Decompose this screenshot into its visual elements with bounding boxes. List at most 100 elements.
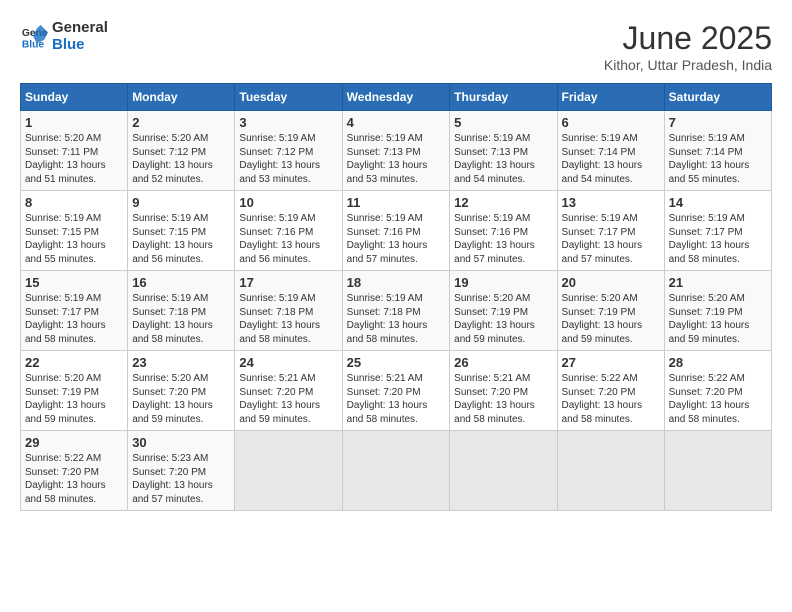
calendar-week-row: 1 Sunrise: 5:20 AM Sunset: 7:11 PM Daylig… xyxy=(21,111,772,191)
table-row: 22 Sunrise: 5:20 AM Sunset: 7:19 PM Dayli… xyxy=(21,351,128,431)
col-tuesday: Tuesday xyxy=(235,84,342,111)
logo-blue: Blue xyxy=(52,36,85,53)
day-number: 1 xyxy=(25,115,123,130)
day-number: 18 xyxy=(347,275,446,290)
table-row: 23 Sunrise: 5:20 AM Sunset: 7:20 PM Dayli… xyxy=(128,351,235,431)
day-info: Sunrise: 5:19 AM Sunset: 7:15 PM Dayligh… xyxy=(25,212,123,266)
day-info: Sunrise: 5:19 AM Sunset: 7:15 PM Dayligh… xyxy=(132,212,230,266)
day-number: 25 xyxy=(347,355,446,370)
day-info: Sunrise: 5:19 AM Sunset: 7:18 PM Dayligh… xyxy=(347,292,446,346)
table-row xyxy=(557,431,664,511)
table-row: 9 Sunrise: 5:19 AM Sunset: 7:15 PM Daylig… xyxy=(128,191,235,271)
day-info: Sunrise: 5:21 AM Sunset: 7:20 PM Dayligh… xyxy=(239,372,337,426)
day-info: Sunrise: 5:21 AM Sunset: 7:20 PM Dayligh… xyxy=(454,372,552,426)
table-row: 28 Sunrise: 5:22 AM Sunset: 7:20 PM Dayli… xyxy=(664,351,771,431)
day-number: 29 xyxy=(25,435,123,450)
col-monday: Monday xyxy=(128,84,235,111)
day-info: Sunrise: 5:19 AM Sunset: 7:17 PM Dayligh… xyxy=(562,212,660,266)
day-info: Sunrise: 5:22 AM Sunset: 7:20 PM Dayligh… xyxy=(669,372,767,426)
day-info: Sunrise: 5:19 AM Sunset: 7:16 PM Dayligh… xyxy=(239,212,337,266)
day-number: 22 xyxy=(25,355,123,370)
day-info: Sunrise: 5:19 AM Sunset: 7:17 PM Dayligh… xyxy=(25,292,123,346)
table-row: 16 Sunrise: 5:19 AM Sunset: 7:18 PM Dayli… xyxy=(128,271,235,351)
day-number: 5 xyxy=(454,115,552,130)
table-row: 5 Sunrise: 5:19 AM Sunset: 7:13 PM Daylig… xyxy=(450,111,557,191)
day-number: 15 xyxy=(25,275,123,290)
day-info: Sunrise: 5:20 AM Sunset: 7:19 PM Dayligh… xyxy=(669,292,767,346)
day-number: 8 xyxy=(25,195,123,210)
table-row: 25 Sunrise: 5:21 AM Sunset: 7:20 PM Dayli… xyxy=(342,351,450,431)
table-row: 18 Sunrise: 5:19 AM Sunset: 7:18 PM Dayli… xyxy=(342,271,450,351)
day-number: 2 xyxy=(132,115,230,130)
day-number: 20 xyxy=(562,275,660,290)
day-number: 21 xyxy=(669,275,767,290)
day-info: Sunrise: 5:19 AM Sunset: 7:14 PM Dayligh… xyxy=(562,132,660,186)
table-row: 29 Sunrise: 5:22 AM Sunset: 7:20 PM Dayli… xyxy=(21,431,128,511)
day-number: 9 xyxy=(132,195,230,210)
day-info: Sunrise: 5:21 AM Sunset: 7:20 PM Dayligh… xyxy=(347,372,446,426)
logo: General Blue General Blue xyxy=(20,20,108,53)
table-row: 19 Sunrise: 5:20 AM Sunset: 7:19 PM Dayli… xyxy=(450,271,557,351)
day-info: Sunrise: 5:19 AM Sunset: 7:13 PM Dayligh… xyxy=(347,132,446,186)
calendar-week-row: 22 Sunrise: 5:20 AM Sunset: 7:19 PM Dayli… xyxy=(21,351,772,431)
day-number: 24 xyxy=(239,355,337,370)
day-number: 27 xyxy=(562,355,660,370)
table-row: 4 Sunrise: 5:19 AM Sunset: 7:13 PM Daylig… xyxy=(342,111,450,191)
day-number: 12 xyxy=(454,195,552,210)
day-info: Sunrise: 5:19 AM Sunset: 7:18 PM Dayligh… xyxy=(239,292,337,346)
day-number: 26 xyxy=(454,355,552,370)
day-number: 10 xyxy=(239,195,337,210)
col-saturday: Saturday xyxy=(664,84,771,111)
day-info: Sunrise: 5:19 AM Sunset: 7:13 PM Dayligh… xyxy=(454,132,552,186)
table-row: 15 Sunrise: 5:19 AM Sunset: 7:17 PM Dayli… xyxy=(21,271,128,351)
subtitle: Kithor, Uttar Pradesh, India xyxy=(604,57,772,73)
calendar-week-row: 29 Sunrise: 5:22 AM Sunset: 7:20 PM Dayli… xyxy=(21,431,772,511)
day-number: 3 xyxy=(239,115,337,130)
day-number: 16 xyxy=(132,275,230,290)
table-row: 13Sunrise: 5:19 AM Sunset: 7:17 PM Dayli… xyxy=(557,191,664,271)
table-row: 20 Sunrise: 5:20 AM Sunset: 7:19 PM Dayli… xyxy=(557,271,664,351)
logo-general: General xyxy=(52,19,108,36)
table-row: 3 Sunrise: 5:19 AM Sunset: 7:12 PM Daylig… xyxy=(235,111,342,191)
day-number: 30 xyxy=(132,435,230,450)
col-sunday: Sunday xyxy=(21,84,128,111)
day-info: Sunrise: 5:20 AM Sunset: 7:19 PM Dayligh… xyxy=(25,372,123,426)
table-row: 14Sunrise: 5:19 AM Sunset: 7:17 PM Dayli… xyxy=(664,191,771,271)
day-info: Sunrise: 5:19 AM Sunset: 7:12 PM Dayligh… xyxy=(239,132,337,186)
table-row: 21 Sunrise: 5:20 AM Sunset: 7:19 PM Dayli… xyxy=(664,271,771,351)
table-row: 27Sunrise: 5:22 AM Sunset: 7:20 PM Dayli… xyxy=(557,351,664,431)
day-number: 6 xyxy=(562,115,660,130)
calendar-week-row: 15 Sunrise: 5:19 AM Sunset: 7:17 PM Dayli… xyxy=(21,271,772,351)
day-info: Sunrise: 5:19 AM Sunset: 7:16 PM Dayligh… xyxy=(347,212,446,266)
day-number: 17 xyxy=(239,275,337,290)
day-number: 4 xyxy=(347,115,446,130)
day-number: 23 xyxy=(132,355,230,370)
table-row: 7Sunrise: 5:19 AM Sunset: 7:14 PM Daylig… xyxy=(664,111,771,191)
calendar-week-row: 8 Sunrise: 5:19 AM Sunset: 7:15 PM Daylig… xyxy=(21,191,772,271)
day-number: 7 xyxy=(669,115,767,130)
day-info: Sunrise: 5:19 AM Sunset: 7:18 PM Dayligh… xyxy=(132,292,230,346)
calendar-table: Sunday Monday Tuesday Wednesday Thursday… xyxy=(20,83,772,511)
table-row xyxy=(450,431,557,511)
table-row: 1 Sunrise: 5:20 AM Sunset: 7:11 PM Daylig… xyxy=(21,111,128,191)
table-row: 30 Sunrise: 5:23 AM Sunset: 7:20 PM Dayli… xyxy=(128,431,235,511)
day-info: Sunrise: 5:22 AM Sunset: 7:20 PM Dayligh… xyxy=(25,452,123,506)
header: General Blue General Blue June 2025 Kith… xyxy=(20,20,772,73)
day-number: 14 xyxy=(669,195,767,210)
day-info: Sunrise: 5:20 AM Sunset: 7:19 PM Dayligh… xyxy=(562,292,660,346)
day-info: Sunrise: 5:19 AM Sunset: 7:16 PM Dayligh… xyxy=(454,212,552,266)
table-row: 24 Sunrise: 5:21 AM Sunset: 7:20 PM Dayli… xyxy=(235,351,342,431)
day-number: 19 xyxy=(454,275,552,290)
day-info: Sunrise: 5:20 AM Sunset: 7:20 PM Dayligh… xyxy=(132,372,230,426)
table-row: 2Sunrise: 5:20 AM Sunset: 7:12 PM Daylig… xyxy=(128,111,235,191)
col-friday: Friday xyxy=(557,84,664,111)
logo-icon: General Blue xyxy=(20,23,48,51)
day-info: Sunrise: 5:23 AM Sunset: 7:20 PM Dayligh… xyxy=(132,452,230,506)
day-info: Sunrise: 5:20 AM Sunset: 7:19 PM Dayligh… xyxy=(454,292,552,346)
col-thursday: Thursday xyxy=(450,84,557,111)
logo-text: General Blue xyxy=(52,20,108,53)
table-row: 10 Sunrise: 5:19 AM Sunset: 7:16 PM Dayli… xyxy=(235,191,342,271)
day-info: Sunrise: 5:20 AM Sunset: 7:11 PM Dayligh… xyxy=(25,132,123,186)
table-row: 26 Sunrise: 5:21 AM Sunset: 7:20 PM Dayli… xyxy=(450,351,557,431)
day-number: 28 xyxy=(669,355,767,370)
